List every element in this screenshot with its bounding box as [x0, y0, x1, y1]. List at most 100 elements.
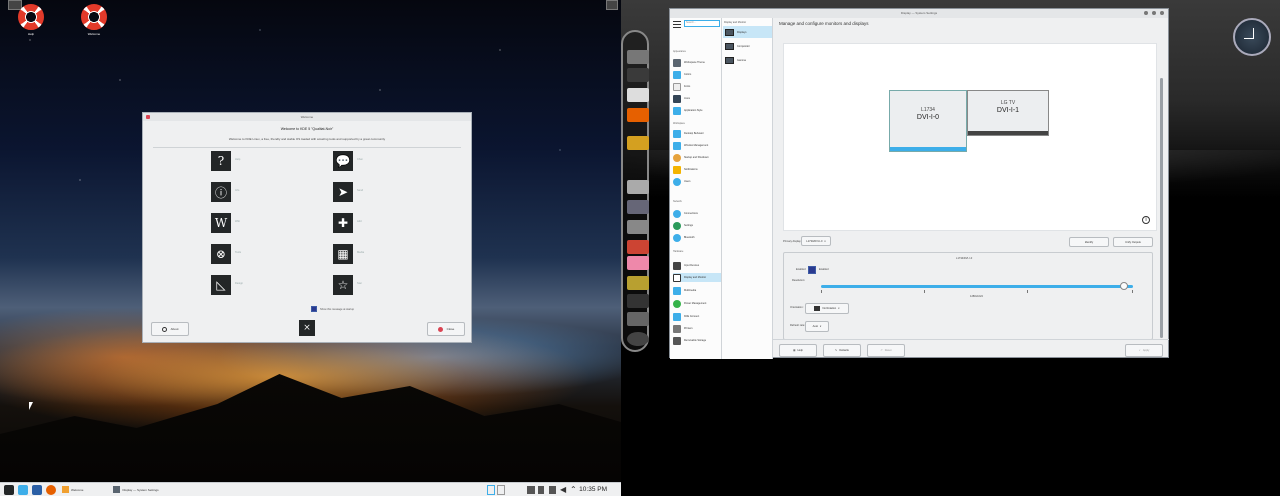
minimize-icon[interactable] — [1144, 11, 1148, 15]
refresh-rate-select[interactable]: Auto ▾ — [805, 321, 829, 332]
unify-outputs-button[interactable]: Unify Outputs — [1113, 237, 1153, 247]
lifebuoy-icon — [18, 4, 44, 30]
pager-icon[interactable] — [487, 485, 495, 495]
settings-titlebar[interactable]: Display — System Settings — [670, 9, 1168, 18]
apply-button[interactable]: ✓ Apply — [1125, 344, 1163, 357]
app-launcher-icon[interactable] — [4, 484, 14, 495]
monitor-primary[interactable]: L1734 DVI-I-0 — [889, 90, 967, 152]
scrollbar[interactable] — [1160, 78, 1163, 338]
monitor-layout-area[interactable]: L1734 DVI-I-0 LG TV DVI-I-1 i — [783, 43, 1157, 231]
sidebar-item-power[interactable]: Power Management — [673, 299, 721, 308]
sidebar-item-connections[interactable]: Connections — [673, 209, 721, 218]
sidebar-item-colors[interactable]: Colors — [673, 70, 721, 79]
welcome-titlebar[interactable]: Welcome — [143, 113, 471, 121]
enabled-checkbox[interactable] — [808, 266, 816, 274]
sidebar-item-printers[interactable]: Printers — [673, 324, 721, 333]
info-icon[interactable]: ⓘ — [211, 182, 231, 202]
bottom-button-bar: ▦ Help ✎ Defaults ↶ Reset ✓ Apply — [773, 339, 1169, 359]
dock-item-terminal[interactable] — [627, 294, 649, 308]
primary-display-select[interactable]: L1734/DVI-I-0 ▾ — [801, 236, 831, 246]
hamburger-menu-icon[interactable] — [673, 21, 681, 28]
defaults-button[interactable]: ✎ Defaults — [823, 344, 861, 357]
sidebar-item-users[interactable]: Users — [673, 177, 721, 186]
sidebar-item-bluetooth[interactable]: Bluetooth — [673, 233, 721, 242]
help-icon[interactable]: ? — [211, 151, 231, 171]
sidebar-item-application-style[interactable]: Application Style — [673, 106, 721, 115]
sidebar-item-fonts[interactable]: Fonts — [673, 82, 721, 91]
close-icon[interactable] — [1160, 11, 1164, 15]
sidebar-item-desktop-behavior[interactable]: Desktop Behavior — [673, 129, 721, 138]
apply-button-label: Apply — [1142, 349, 1150, 352]
resolution-slider-handle[interactable] — [1119, 282, 1128, 290]
sidebar-item-startup[interactable]: Startup and Shutdown — [673, 153, 721, 162]
resolution-slider[interactable] — [821, 285, 1133, 288]
identify-button[interactable]: Identify — [1069, 237, 1109, 247]
media-icon[interactable]: ▦ — [333, 244, 353, 264]
monitor-icon — [725, 28, 734, 36]
sidebar-item-multimedia[interactable]: Multimedia — [673, 286, 721, 295]
sidebar-item-display[interactable]: Display and Monitor — [673, 273, 721, 282]
dock-item-media[interactable] — [627, 240, 649, 254]
send-icon[interactable]: ➤ — [333, 182, 353, 202]
sidebar-item-settings[interactable]: Settings — [673, 221, 721, 230]
sidebar-item-window-management[interactable]: Window Management — [673, 141, 721, 150]
sidebar-item-icons[interactable]: Icons — [673, 94, 721, 103]
chat-icon[interactable]: 💬 — [333, 151, 353, 171]
sidebar-item-kde-connect[interactable]: KDE Connect — [673, 312, 721, 321]
chevron-up-icon[interactable]: ⌃ — [570, 486, 577, 494]
desktop-icon-help[interactable]: Help — [13, 4, 49, 36]
add-icon[interactable]: ✚ — [333, 213, 353, 233]
about-button[interactable]: About — [151, 322, 189, 336]
design-icon[interactable]: ◺ — [211, 275, 231, 295]
search-input[interactable]: Search... — [684, 20, 720, 27]
analog-clock[interactable] — [1233, 18, 1271, 56]
sidebar-item-workspace-theme[interactable]: Workspace Theme — [673, 58, 721, 67]
orientation-select[interactable]: No Rotation ▾ — [805, 303, 849, 314]
firefox-icon[interactable] — [46, 484, 56, 495]
dock-item-printer[interactable] — [627, 88, 649, 102]
sidebar-item-notifications[interactable]: Notifications — [673, 165, 721, 174]
sidebar-item-removable-storage[interactable]: Removable Storage — [673, 336, 721, 345]
star-icon[interactable]: ☆ — [333, 275, 353, 295]
clipboard-icon[interactable] — [538, 486, 544, 494]
dock-item-music[interactable] — [627, 276, 649, 290]
orientation-value: No Rotation — [822, 307, 837, 310]
task-display-settings[interactable]: Display — System Settings — [113, 485, 159, 495]
help-button[interactable]: ▦ Help — [779, 344, 817, 357]
power-icon[interactable] — [627, 332, 649, 346]
dock-item-paint[interactable] — [627, 256, 649, 270]
firefox-icon[interactable] — [627, 108, 649, 122]
dock-item-user[interactable] — [627, 136, 649, 150]
info-icon[interactable]: i — [1142, 216, 1150, 224]
tools-icon[interactable]: ⊗ — [211, 244, 231, 264]
sidebar-item-input-devices[interactable]: Input Devices — [673, 261, 721, 270]
dock-item-network[interactable] — [627, 200, 649, 214]
app-style-icon — [673, 106, 681, 115]
sub-item-displays[interactable]: Displays — [723, 26, 772, 38]
pager-icon[interactable] — [497, 485, 505, 495]
sub-item-gamma[interactable]: Gamma — [723, 54, 772, 66]
dock-item-search[interactable] — [627, 220, 649, 234]
dolphin-icon[interactable] — [18, 484, 28, 495]
dock-item-trash[interactable] — [627, 312, 649, 326]
volume-icon[interactable]: ◀ — [560, 486, 566, 494]
clock[interactable]: 10:35 PM — [579, 486, 607, 493]
dock-item-settings[interactable] — [627, 50, 649, 64]
sub-item-compositor[interactable]: Compositor — [723, 40, 772, 52]
desktop-icon-welcome[interactable]: Welcome — [76, 4, 112, 36]
close-button[interactable]: Close — [427, 322, 465, 336]
storage-icon[interactable] — [549, 486, 556, 494]
task-welcome[interactable]: Welcome — [62, 485, 83, 495]
maximize-icon[interactable] — [1152, 11, 1156, 15]
display-icon[interactable] — [527, 486, 535, 494]
desktop-toolbox-right[interactable] — [606, 0, 618, 10]
dock-item-window[interactable] — [627, 68, 649, 82]
scrollbar-thumb[interactable] — [1160, 78, 1163, 338]
reset-button[interactable]: ↶ Reset — [867, 344, 905, 357]
dock-item-calc[interactable] — [627, 180, 649, 194]
settings-subpanel: Display and Monitor Displays Compositor … — [722, 18, 773, 359]
monitor-secondary[interactable]: LG TV DVI-I-1 — [967, 90, 1049, 136]
wiki-icon[interactable]: W — [211, 213, 231, 233]
startup-checkbox[interactable] — [311, 306, 317, 312]
files-icon[interactable] — [32, 484, 42, 495]
